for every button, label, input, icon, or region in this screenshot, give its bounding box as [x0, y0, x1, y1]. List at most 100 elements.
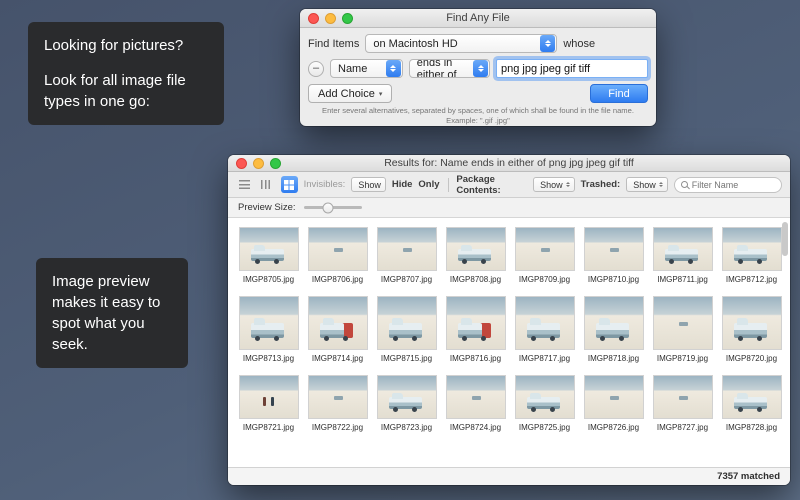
file-name: IMGP8708.jpg: [450, 275, 501, 284]
photo-subject: [389, 397, 421, 409]
slider-knob[interactable]: [322, 202, 333, 213]
photo-subject: [610, 396, 619, 400]
file-item[interactable]: IMGP8722.jpg: [307, 376, 368, 432]
file-item[interactable]: IMGP8714.jpg: [307, 297, 368, 363]
file-item[interactable]: IMGP8724.jpg: [445, 376, 506, 432]
callout-preview-text: Image preview makes it easy to spot what…: [52, 271, 172, 355]
file-name: IMGP8711.jpg: [657, 275, 708, 284]
close-button[interactable]: [236, 158, 247, 169]
file-thumbnail: [723, 297, 781, 349]
file-name: IMGP8725.jpg: [519, 423, 570, 432]
photo-subject: [734, 323, 766, 338]
invisibles-hide-option[interactable]: Hide: [392, 179, 413, 190]
file-name: IMGP8724.jpg: [450, 423, 501, 432]
file-name: IMGP8720.jpg: [726, 354, 777, 363]
file-item[interactable]: IMGP8706.jpg: [307, 228, 368, 284]
file-name: IMGP8707.jpg: [381, 275, 432, 284]
file-thumbnail: [723, 376, 781, 418]
minimize-button[interactable]: [325, 13, 336, 24]
search-icon: [681, 181, 688, 188]
file-item[interactable]: IMGP8723.jpg: [376, 376, 437, 432]
location-popup[interactable]: on Macintosh HD: [365, 34, 557, 53]
photo-subject: [389, 323, 421, 338]
invisibles-label: Invisibles:: [304, 179, 346, 190]
photo-subject: [734, 249, 766, 261]
file-thumbnail: [447, 228, 505, 270]
results-window: Results for: Name ends in either of png …: [228, 155, 790, 485]
file-item[interactable]: IMGP8728.jpg: [721, 376, 782, 432]
results-window-titlebar[interactable]: Results for: Name ends in either of png …: [228, 155, 790, 172]
file-thumbnail: [447, 297, 505, 349]
preview-size-slider[interactable]: [304, 206, 362, 209]
column-view-button[interactable]: [259, 176, 276, 193]
file-name: IMGP8723.jpg: [381, 423, 432, 432]
file-item[interactable]: IMGP8705.jpg: [238, 228, 299, 284]
find-window-body: Find Items on Macintosh HD whose – Name …: [300, 28, 656, 126]
photo-subject: [541, 248, 550, 252]
file-item[interactable]: IMGP8720.jpg: [721, 297, 782, 363]
popup-arrows-icon: [540, 35, 555, 52]
zoom-button[interactable]: [270, 158, 281, 169]
file-item[interactable]: IMGP8713.jpg: [238, 297, 299, 363]
list-view-button[interactable]: [236, 176, 253, 193]
window-title: Find Any File: [446, 12, 510, 24]
file-thumbnail: [516, 297, 574, 349]
find-button[interactable]: Find: [590, 84, 648, 103]
file-item[interactable]: IMGP8719.jpg: [652, 297, 713, 363]
criterion-value-input[interactable]: [496, 59, 648, 78]
file-item[interactable]: IMGP8707.jpg: [376, 228, 437, 284]
file-name: IMGP8718.jpg: [588, 354, 639, 363]
file-item[interactable]: IMGP8709.jpg: [514, 228, 575, 284]
add-choice-button[interactable]: Add Choice ▾: [308, 84, 392, 103]
grid-view-button[interactable]: [281, 176, 298, 193]
photo-subject: [665, 249, 697, 261]
file-item[interactable]: IMGP8727.jpg: [652, 376, 713, 432]
file-thumbnail: [585, 297, 643, 349]
match-count: 7357 matched: [717, 471, 780, 482]
package-contents-popup[interactable]: Show: [533, 177, 575, 192]
filter-name-input[interactable]: [692, 180, 775, 190]
scrollbar[interactable]: [782, 222, 788, 256]
file-item[interactable]: IMGP8721.jpg: [238, 376, 299, 432]
file-thumbnail: [378, 297, 436, 349]
minimize-button[interactable]: [253, 158, 264, 169]
trashed-label: Trashed:: [581, 179, 621, 190]
callout-pictures: Looking for pictures? Look for all image…: [28, 22, 224, 125]
criterion-operator-popup[interactable]: ends in either of: [409, 59, 490, 78]
close-button[interactable]: [308, 13, 319, 24]
callout-preview: Image preview makes it easy to spot what…: [36, 258, 188, 368]
trashed-value: Show: [633, 180, 656, 190]
results-toolbar: Invisibles: Show Hide Only Package Conte…: [228, 172, 790, 198]
photo-subject: [458, 249, 490, 261]
filter-search-field[interactable]: [674, 177, 782, 193]
package-contents-value: Show: [540, 180, 563, 190]
file-item[interactable]: IMGP8712.jpg: [721, 228, 782, 284]
trashed-popup[interactable]: Show: [626, 177, 668, 192]
file-item[interactable]: IMGP8717.jpg: [514, 297, 575, 363]
criterion-field-popup[interactable]: Name: [330, 59, 403, 78]
file-thumbnail: [723, 228, 781, 270]
file-item[interactable]: IMGP8715.jpg: [376, 297, 437, 363]
grid-view-icon: [284, 180, 294, 190]
file-item[interactable]: IMGP8718.jpg: [583, 297, 644, 363]
file-name: IMGP8706.jpg: [312, 275, 363, 284]
preview-size-label: Preview Size:: [238, 202, 296, 213]
window-title: Results for: Name ends in either of png …: [384, 157, 634, 169]
file-item[interactable]: IMGP8710.jpg: [583, 228, 644, 284]
file-item[interactable]: IMGP8711.jpg: [652, 228, 713, 284]
find-window-titlebar[interactable]: Find Any File: [300, 9, 656, 28]
remove-criterion-button[interactable]: –: [308, 61, 324, 77]
file-item[interactable]: IMGP8708.jpg: [445, 228, 506, 284]
invisibles-show-button[interactable]: Show: [351, 177, 386, 192]
zoom-button[interactable]: [342, 13, 353, 24]
file-item[interactable]: IMGP8726.jpg: [583, 376, 644, 432]
invisibles-only-option[interactable]: Only: [418, 179, 439, 190]
toolbar-divider: [448, 178, 449, 192]
file-item[interactable]: IMGP8725.jpg: [514, 376, 575, 432]
file-name: IMGP8713.jpg: [243, 354, 294, 363]
popup-arrows-icon: [386, 60, 401, 77]
photo-subject: [527, 323, 559, 338]
file-item[interactable]: IMGP8716.jpg: [445, 297, 506, 363]
file-thumbnail: [447, 376, 505, 418]
file-thumbnail: [654, 297, 712, 349]
